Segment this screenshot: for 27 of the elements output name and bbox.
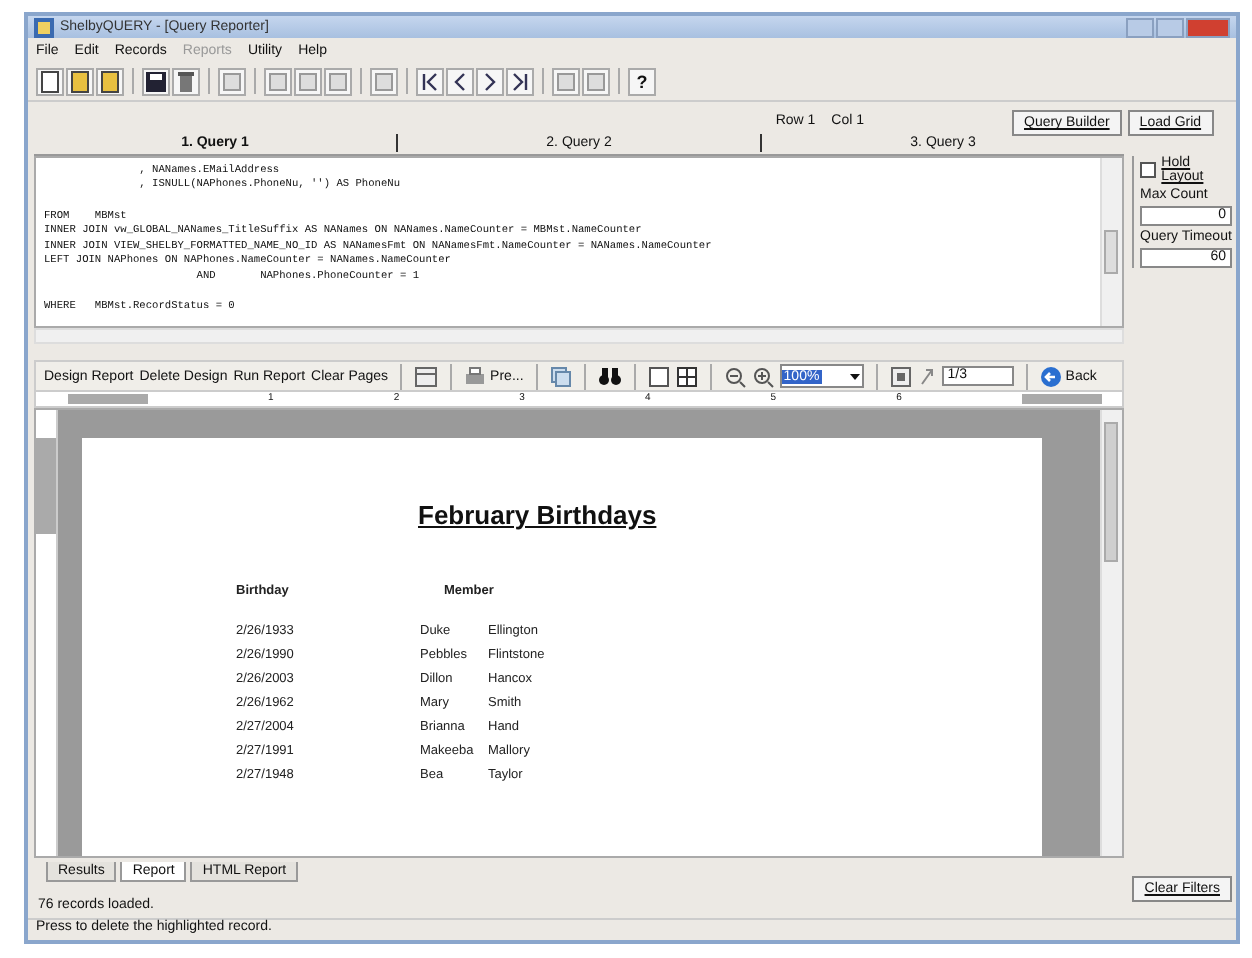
zoom-in-icon[interactable] [751,365,774,388]
checkbox[interactable] [1140,162,1156,178]
multi-page-icon[interactable] [675,365,698,388]
help-button[interactable]: ? [628,67,656,95]
dropdown-arrow-icon[interactable] [847,369,862,384]
folder-icon[interactable] [96,67,124,95]
trash-icon[interactable] [172,67,200,95]
next-icon[interactable] [476,67,504,95]
save-icon[interactable] [142,67,170,95]
binoculars-icon[interactable] [597,366,622,387]
app-icon [34,17,54,37]
single-page-icon[interactable] [647,365,670,388]
previous-icon[interactable] [446,67,474,95]
fit-page-icon[interactable] [889,365,912,388]
last-record-icon[interactable] [506,67,534,95]
folder-icon[interactable] [66,67,94,95]
first-record-icon[interactable] [416,67,444,95]
zoom-out-icon[interactable] [723,365,746,388]
report-title: February Birthdays [418,500,659,531]
page-setup-icon[interactable] [414,365,439,388]
arrow-icon[interactable] [917,365,936,388]
vertical-scrollbar[interactable] [1100,410,1122,857]
sql-editor[interactable] [34,155,1124,328]
new-file-icon[interactable] [36,67,64,95]
vertical-scrollbar[interactable] [1100,157,1122,326]
close-button[interactable] [1186,17,1230,37]
printer-icon [464,366,487,387]
